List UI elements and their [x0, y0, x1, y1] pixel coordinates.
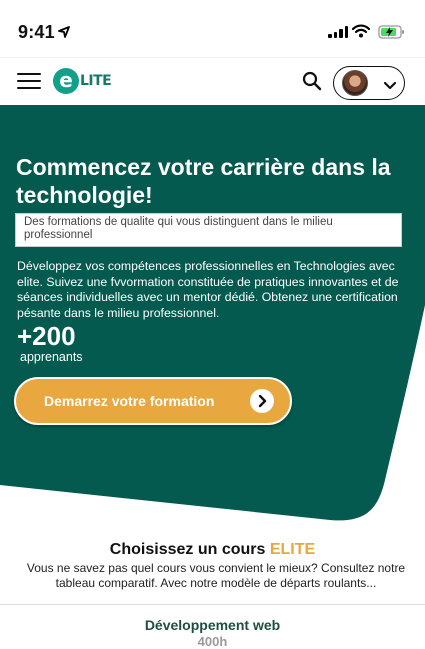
- hero-subtitle: Des formations de qualite qui vous disti…: [15, 213, 402, 247]
- hamburger-menu-icon[interactable]: [17, 71, 41, 91]
- logo-mark: e: [53, 68, 79, 94]
- courses-section-description: Vous ne savez pas quel cours vous convie…: [26, 561, 406, 590]
- logo-text: lite: [80, 73, 112, 89]
- courses-title-accent: ELITE: [269, 541, 316, 558]
- status-time: 9:41: [18, 22, 55, 42]
- wifi-icon: [351, 24, 371, 43]
- hero-description: Développez vos compétences professionnel…: [17, 259, 399, 320]
- start-training-label: Demarrez votre formation: [44, 393, 215, 409]
- status-bar: 9:41: [0, 0, 425, 56]
- chevron-down-icon: [383, 78, 397, 96]
- location-arrow-icon: [58, 25, 70, 43]
- signal-icon: [328, 26, 348, 38]
- arrow-right-icon: [250, 389, 274, 413]
- hero-title: Commencez votre carrière dans la technol…: [16, 154, 391, 208]
- hero-section: Commencez votre carrière dans la technol…: [0, 105, 425, 525]
- courses-title-text: Choisissez un cours: [109, 541, 266, 558]
- learners-label: apprenants: [20, 350, 83, 364]
- course-title: Développement web: [144, 617, 281, 633]
- course-card[interactable]: Développement web 400h: [0, 604, 425, 649]
- battery-icon: [378, 24, 406, 45]
- profile-menu-button[interactable]: [333, 66, 405, 100]
- top-navbar: e lite: [0, 57, 425, 105]
- elite-logo[interactable]: e lite: [53, 68, 112, 94]
- avatar: [342, 70, 368, 96]
- search-icon[interactable]: [302, 71, 322, 96]
- courses-section-title: Choisissez un cours ELITE: [0, 541, 425, 559]
- start-training-button[interactable]: Demarrez votre formation: [14, 377, 292, 425]
- learners-count: +200: [17, 321, 76, 351]
